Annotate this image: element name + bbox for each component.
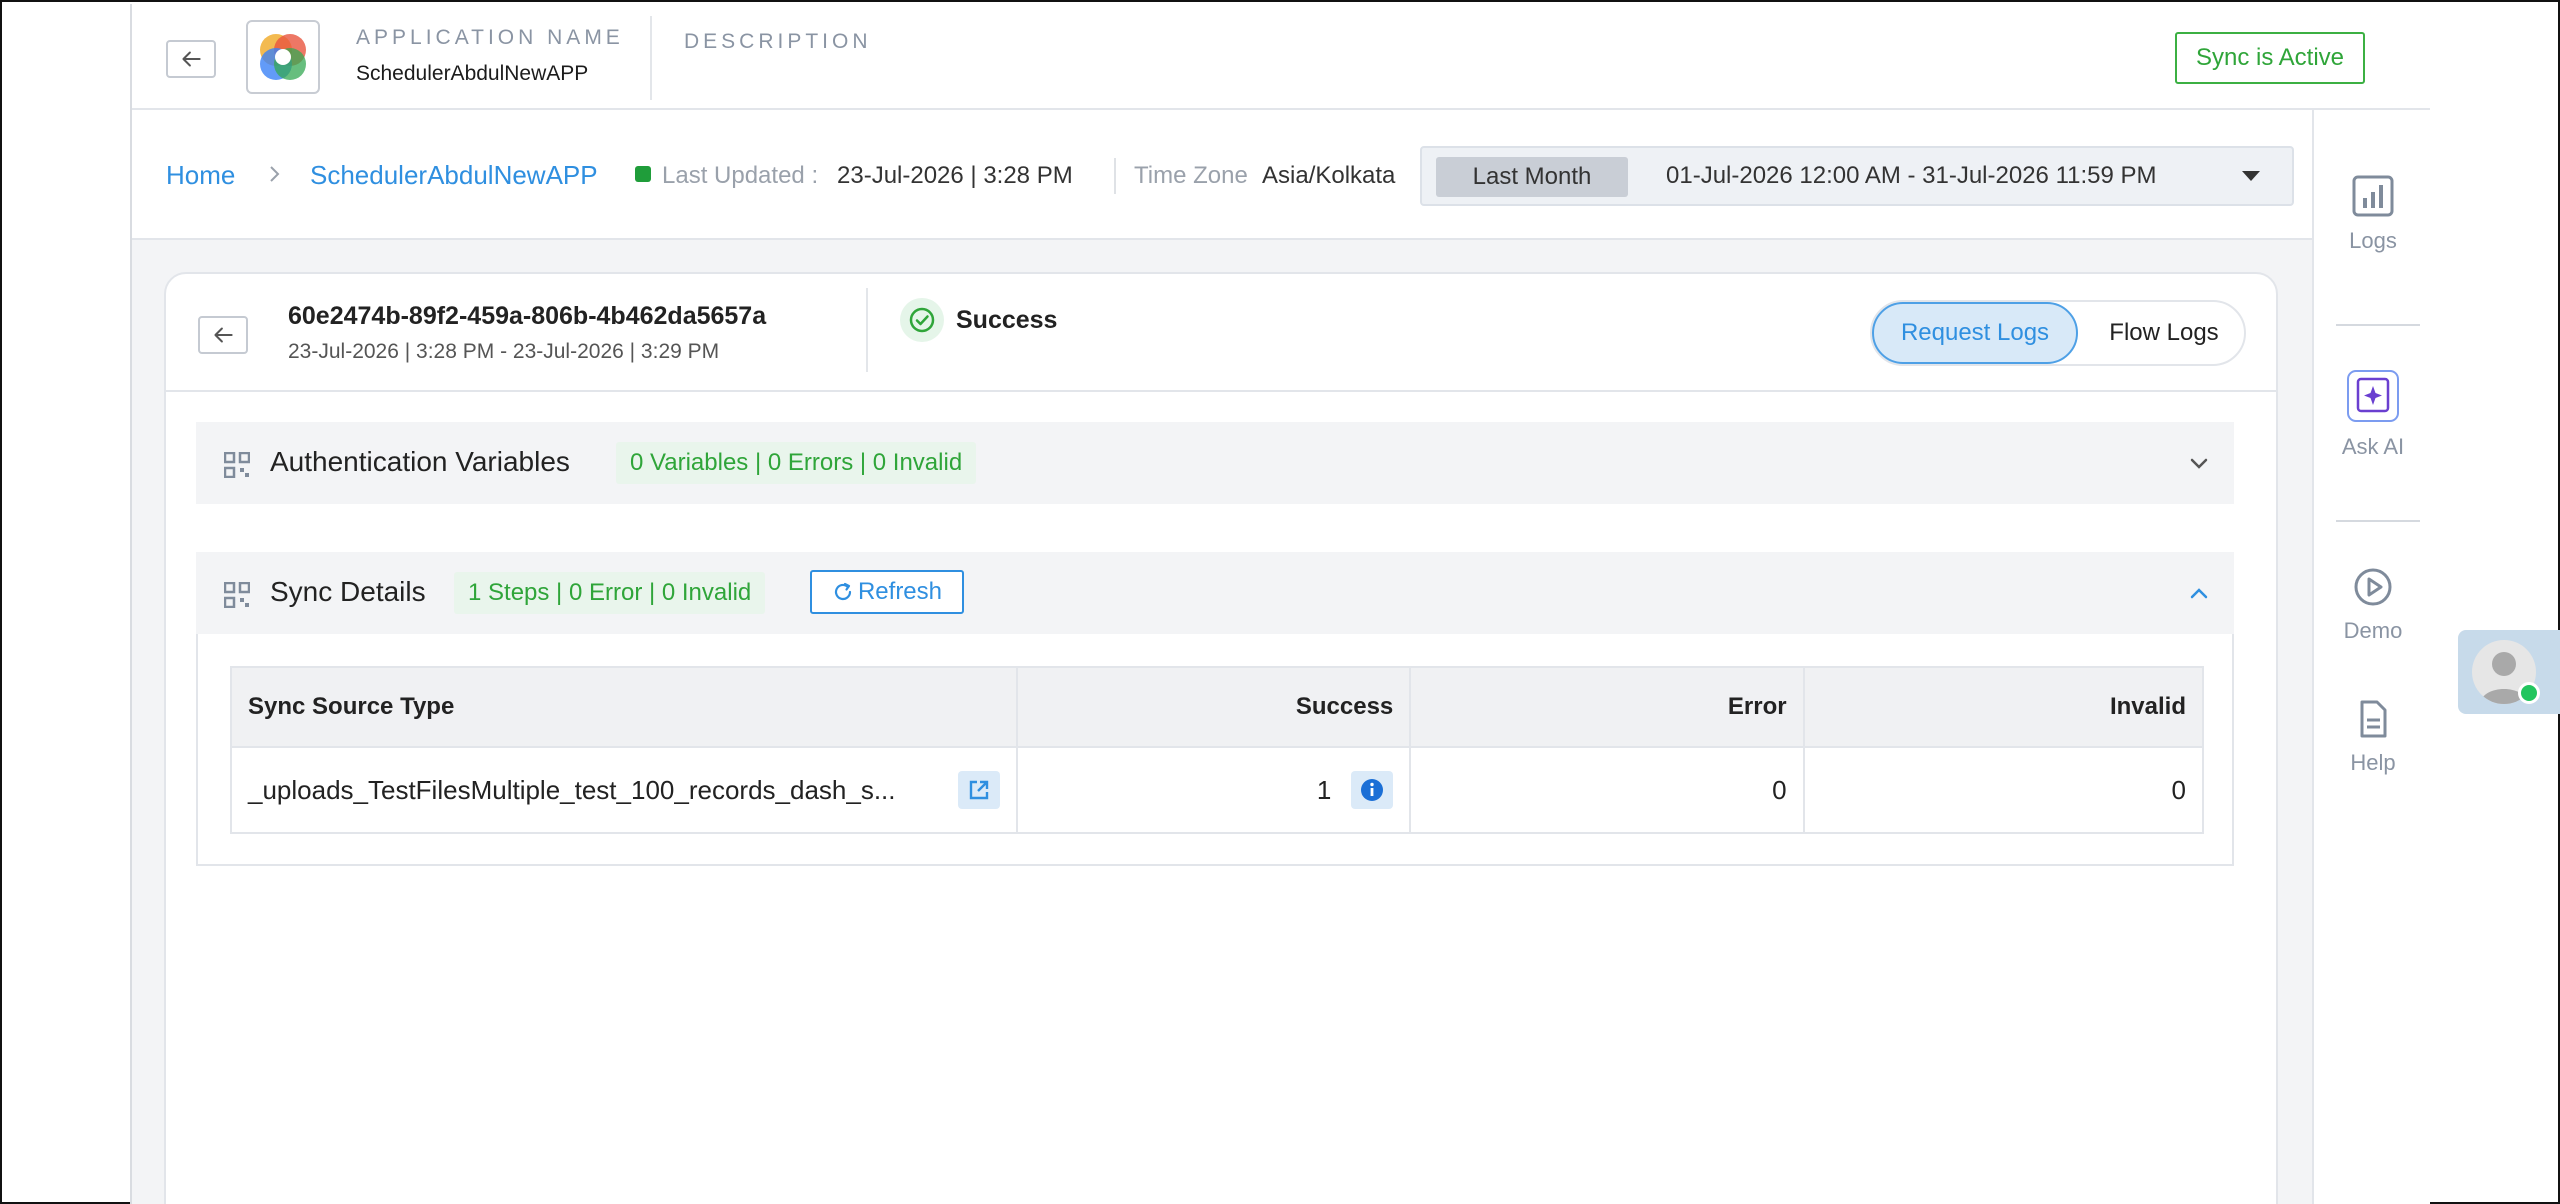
chevron-right-icon [270, 166, 280, 182]
sync-status-badge[interactable]: Sync is Active [2175, 32, 2365, 84]
date-preset-button[interactable]: Last Month [1436, 157, 1628, 197]
check-circle-icon [900, 298, 944, 342]
tab-flow-logs[interactable]: Flow Logs [2084, 302, 2244, 364]
run-id: 60e2474b-89f2-459a-806b-4b462da5657a [288, 302, 767, 330]
run-back-button[interactable] [198, 316, 248, 354]
breadcrumb-bar: Home SchedulerAbdulNewAPP Last Updated :… [132, 110, 2312, 240]
bar-chart-icon [2352, 175, 2394, 217]
breadcrumb-current[interactable]: SchedulerAbdulNewAPP [310, 160, 598, 191]
cell-success: 1 [1015, 746, 1412, 834]
breadcrumb-home[interactable]: Home [166, 160, 235, 191]
rail-logs[interactable]: Logs [2314, 174, 2432, 254]
auth-variables-badge: 0 Variables | 0 Errors | 0 Invalid [616, 442, 977, 484]
sync-details-badge: 1 Steps | 0 Error | 0 Invalid [454, 572, 766, 614]
run-header: 60e2474b-89f2-459a-806b-4b462da5657a 23-… [166, 274, 2276, 392]
rail-demo-label: Demo [2343, 618, 2403, 643]
qr-grid-icon [224, 582, 250, 608]
col-invalid: Invalid [1802, 666, 2205, 748]
play-circle-icon [2354, 568, 2392, 606]
table-row: _uploads_TestFilesMultiple_test_100_reco… [230, 746, 2205, 834]
app-name-value: SchedulerAbdulNewAPP [356, 62, 589, 85]
app-logo [246, 20, 320, 94]
cell-error: 0 [1409, 746, 1805, 834]
external-link-icon[interactable] [957, 771, 1000, 809]
refresh-button[interactable]: Refresh [810, 570, 964, 614]
rail-separator [2336, 324, 2420, 326]
sync-details-body: Sync Source Type Success Error Invalid _… [196, 634, 2234, 866]
rail-logs-label: Logs [2349, 228, 2397, 253]
breadcrumb-divider [1114, 158, 1116, 194]
chevron-down-icon[interactable] [2186, 450, 2212, 476]
document-icon [2360, 700, 2387, 738]
last-updated-value: 23-Jul-2026 | 3:28 PM [837, 162, 1073, 189]
support-avatar-button[interactable] [2458, 630, 2560, 714]
sync-table: Sync Source Type Success Error Invalid _… [230, 666, 2205, 834]
timezone-label: Time Zone [1134, 162, 1248, 189]
col-sync-source-type: Sync Source Type [230, 666, 1018, 748]
rail-ask-ai-label: Ask AI [2341, 434, 2405, 459]
app-header: APPLICATION NAME SchedulerAbdulNewAPP DE… [132, 4, 2430, 110]
success-count: 1 [1316, 774, 1332, 805]
log-view-toggle: Request Logs Flow Logs [1870, 300, 2246, 366]
caret-down-icon[interactable] [2242, 171, 2260, 181]
app-logo-icon [260, 34, 306, 80]
cell-invalid: 0 [1802, 746, 2205, 834]
app-name-label: APPLICATION NAME [356, 26, 624, 49]
updated-status-icon [635, 166, 651, 182]
run-detail-card: 60e2474b-89f2-459a-806b-4b462da5657a 23-… [164, 272, 2278, 1204]
arrow-left-icon [214, 327, 233, 343]
right-rail: Logs Ask AI Demo Help [2312, 110, 2430, 1204]
header-back-button[interactable] [166, 40, 216, 78]
date-range-picker[interactable]: Last Month 01-Jul-2026 12:00 AM - 31-Jul… [1420, 146, 2294, 206]
rail-demo[interactable]: Demo [2314, 566, 2432, 644]
tab-request-logs[interactable]: Request Logs [1872, 302, 2078, 364]
table-header-row: Sync Source Type Success Error Invalid [230, 666, 2205, 748]
col-error: Error [1409, 666, 1805, 748]
sync-details-section[interactable]: Sync Details 1 Steps | 0 Error | 0 Inval… [196, 552, 2234, 634]
app-container: APPLICATION NAME SchedulerAbdulNewAPP DE… [130, 4, 2430, 1204]
date-range-value[interactable]: 01-Jul-2026 12:00 AM - 31-Jul-2026 11:59… [1666, 162, 2157, 190]
refresh-icon [834, 582, 852, 601]
rail-help[interactable]: Help [2314, 698, 2432, 776]
rail-ask-ai[interactable]: Ask AI [2314, 368, 2432, 460]
run-header-divider [866, 288, 868, 372]
col-success: Success [1015, 666, 1412, 748]
cell-sync-source: _uploads_TestFilesMultiple_test_100_reco… [230, 746, 1018, 834]
auth-variables-section[interactable]: Authentication Variables 0 Variables | 0… [196, 422, 2234, 504]
header-divider [650, 16, 652, 100]
timezone-value: Asia/Kolkata [1262, 162, 1396, 189]
chevron-up-icon[interactable] [2186, 580, 2212, 606]
online-status-dot [2518, 682, 2540, 704]
sync-details-title: Sync Details [270, 576, 426, 607]
description-label: DESCRIPTION [684, 30, 872, 53]
rail-help-label: Help [2350, 750, 2396, 775]
sync-source-name[interactable]: _uploads_TestFilesMultiple_test_100_reco… [248, 775, 896, 806]
refresh-label: Refresh [857, 578, 943, 605]
run-status: Success [956, 306, 1058, 334]
breadcrumb-separator [266, 162, 284, 193]
auth-variables-title: Authentication Variables [270, 446, 570, 477]
qr-grid-icon [224, 452, 250, 478]
rail-separator [2336, 520, 2420, 522]
run-time-range: 23-Jul-2026 | 3:28 PM - 23-Jul-2026 | 3:… [288, 340, 720, 363]
ai-sparkle-icon [2347, 370, 2399, 422]
arrow-left-icon [182, 51, 201, 67]
last-updated-label: Last Updated : [662, 162, 819, 189]
info-icon[interactable] [1351, 771, 1394, 809]
